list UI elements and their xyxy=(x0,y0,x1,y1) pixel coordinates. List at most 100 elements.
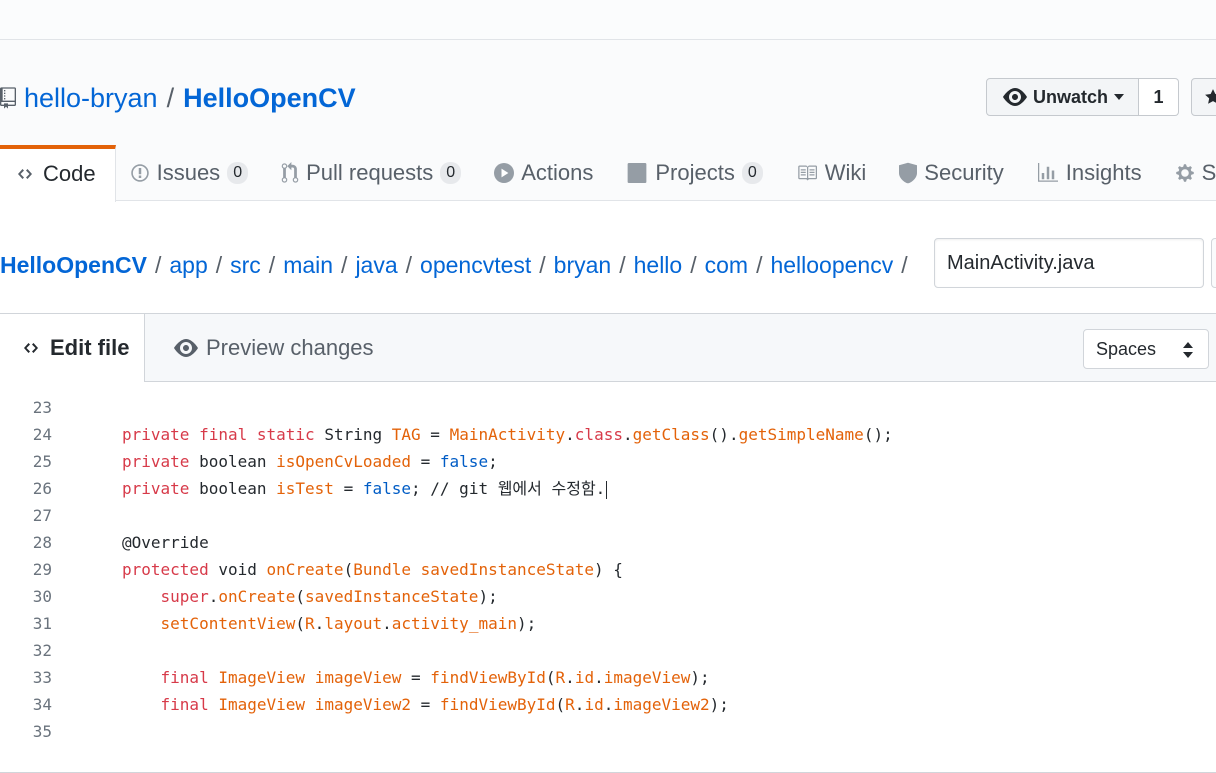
breadcrumb-link[interactable]: com xyxy=(705,252,748,279)
breadcrumb-separator: / xyxy=(215,251,223,278)
code-line: 31 setContentView(R.layout.activity_main… xyxy=(0,610,1216,637)
tab-preview-changes[interactable]: Preview changes xyxy=(174,314,374,382)
line-number: 35 xyxy=(32,722,52,741)
shield-icon xyxy=(899,162,918,184)
code-line: 24 private final static String TAG = Main… xyxy=(0,421,1216,448)
line-number: 33 xyxy=(32,668,52,687)
tab-security-label: Security xyxy=(924,160,1004,185)
breadcrumb-separator: / xyxy=(756,251,763,278)
top-strip xyxy=(0,0,1216,40)
line-content: private boolean isTest = false; // git 웹… xyxy=(122,479,608,499)
line-number: 24 xyxy=(32,425,52,444)
code-line: 28 @Override xyxy=(0,529,1216,556)
breadcrumb-link[interactable]: helloopencv xyxy=(770,252,893,279)
breadcrumb-link[interactable]: java xyxy=(355,252,397,279)
play-icon xyxy=(494,163,515,183)
tab-projects-label: Projects xyxy=(655,160,735,185)
repo-title: hello-bryan / HelloOpenCV xyxy=(0,80,356,116)
issue-opened-icon xyxy=(130,164,149,182)
code-line: 26 private boolean isTest = false; // git… xyxy=(0,475,1216,502)
tab-security[interactable]: Security xyxy=(885,145,1022,201)
breadcrumb-link[interactable]: app xyxy=(169,252,207,279)
git-pull-request-icon xyxy=(281,162,299,183)
tab-issues[interactable]: Issues 0 xyxy=(116,145,268,201)
filename-input[interactable] xyxy=(934,238,1204,288)
line-content: final ImageView imageView2 = findViewByI… xyxy=(160,695,729,714)
code-line: 30 super.onCreate(savedInstanceState); xyxy=(0,583,1216,610)
code-line: 29 protected void onCreate(Bundle savedIn… xyxy=(0,556,1216,583)
code-icon xyxy=(24,343,38,353)
line-number: 23 xyxy=(32,398,52,417)
breadcrumb-separator: / xyxy=(154,251,162,278)
tab-wiki[interactable]: Wiki xyxy=(782,145,886,201)
tab-preview-changes-label: Preview changes xyxy=(206,335,374,360)
code-icon xyxy=(18,168,32,179)
repo-icon xyxy=(0,87,16,109)
line-content: private final static String TAG = MainAc… xyxy=(122,425,893,444)
line-content: final ImageView imageView = findViewById… xyxy=(160,668,710,687)
unwatch-label: Unwatch xyxy=(1033,86,1109,107)
line-content: private boolean isOpenCvLoaded = false; xyxy=(122,452,498,471)
tab-settings[interactable]: S xyxy=(1161,145,1216,201)
tab-pull-requests[interactable]: Pull requests 0 xyxy=(267,145,480,201)
star-icon xyxy=(1205,89,1216,104)
breadcrumb-separator: / xyxy=(405,251,413,278)
tab-code-label: Code xyxy=(43,160,96,186)
breadcrumb-separator: / xyxy=(341,251,348,278)
star-button[interactable] xyxy=(1191,78,1216,116)
pull-requests-counter: 0 xyxy=(440,162,462,184)
tab-insights[interactable]: Insights xyxy=(1023,145,1161,201)
line-content: super.onCreate(savedInstanceState); xyxy=(160,587,498,606)
issues-counter: 0 xyxy=(227,162,249,184)
code-line: 35 xyxy=(0,718,1216,745)
tab-code[interactable]: Code xyxy=(0,145,116,202)
book-icon xyxy=(797,165,817,181)
tab-edit-file[interactable]: Edit file xyxy=(0,314,145,382)
line-content: protected void onCreate(Bundle savedInst… xyxy=(122,560,623,579)
tab-edit-file-label: Edit file xyxy=(50,335,130,360)
breadcrumb-root-link[interactable]: HelloOpenCV xyxy=(0,252,147,279)
indent-mode-select[interactable]: Spaces xyxy=(1083,329,1209,369)
line-number: 29 xyxy=(32,560,52,579)
line-content: setContentView(R.layout.activity_main); xyxy=(160,614,537,633)
code-line: 27 xyxy=(0,502,1216,529)
line-content: @Override xyxy=(122,533,209,552)
code-area[interactable]: 23 24 private final static String TAG = M… xyxy=(0,394,1216,745)
select-arrows-icon xyxy=(1183,342,1193,358)
breadcrumb-link[interactable]: src xyxy=(230,252,261,279)
breadcrumb-separator: / xyxy=(268,251,276,278)
tab-projects[interactable]: Projects 0 xyxy=(612,145,781,201)
line-number: 31 xyxy=(32,614,52,633)
code-line: 34 final ImageView imageView2 = findView… xyxy=(0,691,1216,718)
tab-issues-label: Issues xyxy=(156,160,221,185)
project-icon xyxy=(627,163,647,183)
watchers-count[interactable]: 1 xyxy=(1139,78,1180,116)
tab-actions-label: Actions xyxy=(521,160,594,185)
repo-nav: Code Issues 0 Pull requests 0 Actions Pr… xyxy=(0,145,1216,202)
projects-counter: 0 xyxy=(741,162,763,184)
breadcrumb-separator: / xyxy=(690,251,697,278)
unwatch-button[interactable]: Unwatch xyxy=(986,78,1140,116)
line-number: 26 xyxy=(32,479,52,498)
repo-name-link[interactable]: HelloOpenCV xyxy=(183,83,356,114)
code-line: 25 private boolean isOpenCvLoaded = false… xyxy=(0,448,1216,475)
breadcrumb-separator: / xyxy=(901,251,908,278)
repo-owner-link[interactable]: hello-bryan xyxy=(24,83,158,114)
watch-group: Unwatch 1 xyxy=(986,78,1180,116)
breadcrumb-link[interactable]: main xyxy=(283,252,333,279)
tab-insights-label: Insights xyxy=(1065,160,1142,185)
breadcrumb: HelloOpenCV / app / src / main / java / … xyxy=(0,242,916,288)
tab-actions[interactable]: Actions xyxy=(480,145,612,201)
eye-icon xyxy=(174,339,198,357)
tab-pull-requests-label: Pull requests xyxy=(306,160,434,185)
breadcrumb-separator: / xyxy=(539,251,546,278)
code-line: 32 xyxy=(0,637,1216,664)
breadcrumb-link[interactable]: hello xyxy=(634,252,683,279)
line-number: 28 xyxy=(32,533,52,552)
breadcrumb-link[interactable]: bryan xyxy=(554,252,612,279)
breadcrumb-link[interactable]: opencvtest xyxy=(420,252,531,279)
line-number: 30 xyxy=(32,587,52,606)
tab-wiki-label: Wiki xyxy=(824,160,867,185)
filename-extra-control[interactable] xyxy=(1211,238,1216,288)
file-editor: Edit file Preview changes Spaces 23 24 pr… xyxy=(0,313,1216,773)
